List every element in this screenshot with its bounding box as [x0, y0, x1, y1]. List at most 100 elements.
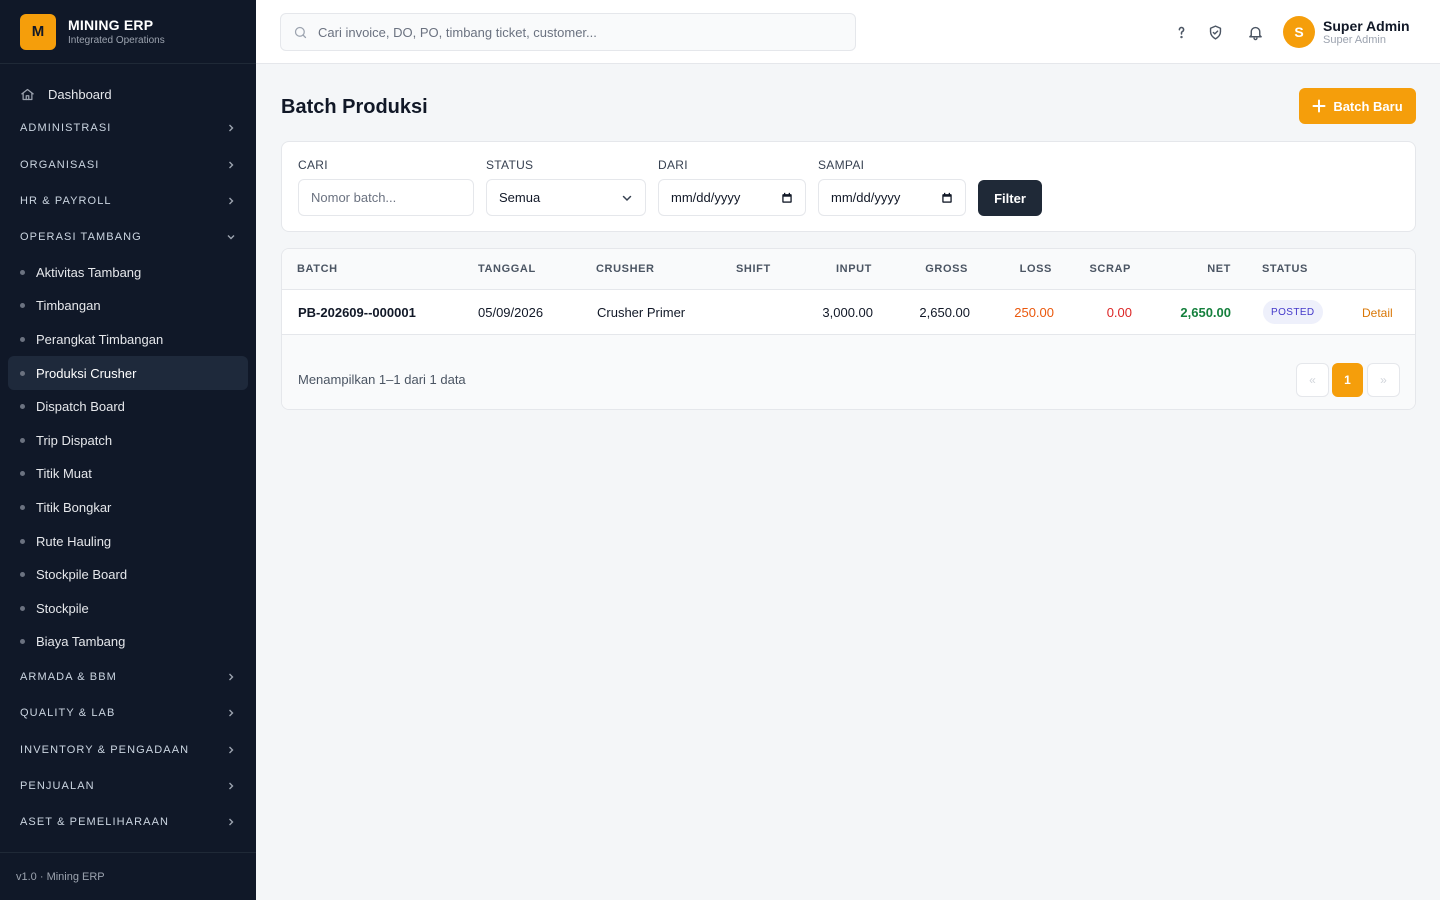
bullet-dot-icon [20, 337, 25, 343]
cell-input: 3,000.00 [822, 305, 873, 320]
sidebar-group-armada-and-bbm[interactable]: ARMADA & BBM [0, 659, 256, 695]
batch-table: BATCH TANGGAL CRUSHER SHIFT INPUT GROSS … [281, 248, 1416, 410]
chevron-right-icon [229, 746, 234, 754]
chevron-down-icon [622, 195, 632, 201]
global-search[interactable] [280, 13, 856, 51]
pagination-prev[interactable]: « [1296, 363, 1329, 397]
sidebar-item-titik-muat[interactable]: Titik Muat [8, 457, 248, 491]
date-from-input[interactable]: mm/dd/yyyy [658, 179, 806, 216]
col-shift: SHIFT [736, 263, 771, 275]
sidebar-group-penjualan[interactable]: PENJUALAN [0, 768, 256, 804]
brand-logo: M [20, 13, 56, 50]
calendar-icon[interactable] [941, 192, 953, 204]
filter-to-group: SAMPAI mm/dd/yyyy [818, 158, 966, 216]
filter-to-label: SAMPAI [818, 158, 865, 172]
col-scrap: SCRAP [1089, 263, 1131, 275]
brand-subtitle: Integrated Operations [68, 35, 165, 46]
plus-icon [1312, 99, 1326, 113]
sidebar-item-label: Timbangan [36, 298, 101, 314]
chevron-right-icon [229, 673, 234, 681]
table-header: BATCH TANGGAL CRUSHER SHIFT INPUT GROSS … [282, 249, 1415, 290]
sidebar-nav: Dashboard ADMINISTRASI ORGANISASI HR & PAY… [0, 64, 256, 841]
calendar-icon[interactable] [781, 192, 793, 204]
top-header: S Super Admin Super Admin [256, 0, 1440, 64]
sidebar-footer: v1.0 · Mining ERP [0, 852, 256, 900]
batch-search-input[interactable]: Nomor batch... [298, 179, 474, 216]
chevron-right-icon [229, 124, 234, 132]
sidebar-group-label: OPERASI TAMBANG [20, 231, 142, 244]
sidebar-item-titik-bongkar[interactable]: Titik Bongkar [8, 491, 248, 525]
chevron-right-icon [229, 197, 234, 205]
sidebar-item-label: Titik Bongkar [36, 500, 112, 516]
col-loss: LOSS [1019, 263, 1052, 275]
sidebar-item-stockpile[interactable]: Stockpile [8, 592, 248, 626]
user-role: Super Admin [1323, 34, 1386, 46]
pagination-next[interactable]: » [1367, 363, 1400, 397]
sidebar-item-produksi-crusher[interactable]: Produksi Crusher [8, 356, 248, 390]
sidebar-group-operasi-tambang[interactable]: OPERASI TAMBANG [0, 219, 256, 255]
sidebar-group-label: INVENTORY & PENGADAAN [20, 743, 190, 756]
sidebar-item-label: Perangkat Timbangan [36, 332, 164, 348]
new-batch-label: Batch Baru [1333, 98, 1403, 114]
pagination-summary: Menampilkan 1–1 dari 1 data [298, 372, 466, 387]
chevron-right-icon [229, 818, 234, 826]
sidebar-item-label: Biaya Tambang [36, 634, 126, 650]
sidebar-group-organisasi[interactable]: ORGANISASI [0, 146, 256, 182]
sidebar-item-rute-hauling[interactable]: Rute Hauling [8, 524, 248, 558]
sidebar-item-trip-dispatch[interactable]: Trip Dispatch [8, 424, 248, 458]
sidebar-group-label: ASET & PEMELIHARAAN [20, 816, 170, 829]
user-menu[interactable]: S Super Admin Super Admin [1283, 16, 1410, 48]
sidebar-item-dispatch-board[interactable]: Dispatch Board [8, 390, 248, 424]
table-row[interactable]: PB-202609--000001 05/09/2026 Crusher Pri… [282, 290, 1415, 335]
bullet-dot-icon [20, 572, 25, 578]
status-select[interactable]: Semua [486, 179, 646, 216]
date-to-placeholder: mm/dd/yyyy [831, 190, 901, 205]
bullet-dot-icon [20, 605, 25, 611]
sidebar: M MINING ERP Integrated Operations Dashb… [0, 0, 256, 900]
search-icon [294, 26, 307, 38]
sidebar-item-label: Stockpile Board [36, 567, 128, 583]
bullet-dot-icon [20, 505, 25, 511]
sidebar-group-label: ADMINISTRASI [20, 122, 112, 135]
sidebar-item-label: Produksi Crusher [36, 365, 137, 381]
global-search-input[interactable] [318, 24, 838, 40]
sidebar-group-label: ORGANISASI [20, 158, 100, 171]
col-status: STATUS [1262, 263, 1308, 275]
date-to-input[interactable]: mm/dd/yyyy [818, 179, 966, 216]
sidebar-item-label: Titik Muat [36, 466, 92, 482]
filter-search-group: CARI Nomor batch... [298, 158, 474, 216]
col-gross: GROSS [925, 263, 968, 275]
help-icon[interactable] [1171, 22, 1191, 42]
col-net: NET [1207, 263, 1231, 275]
sidebar-group-administrasi[interactable]: ADMINISTRASI [0, 110, 256, 146]
brand-title: MINING ERP [68, 17, 154, 33]
sidebar-item-label: Dispatch Board [36, 399, 125, 415]
sidebar-item-stockpile-board[interactable]: Stockpile Board [8, 558, 248, 592]
col-batch: BATCH [297, 263, 338, 275]
new-batch-button[interactable]: Batch Baru [1299, 88, 1416, 124]
brand: M MINING ERP Integrated Operations [0, 0, 256, 64]
detail-link[interactable]: Detail [1362, 306, 1393, 320]
sidebar-item-dashboard[interactable]: Dashboard [0, 78, 256, 110]
sidebar-item-aktivitas-tambang[interactable]: Aktivitas Tambang [8, 256, 248, 290]
sidebar-item-perangkat-timbangan[interactable]: Perangkat Timbangan [8, 323, 248, 357]
sidebar-item-label: Rute Hauling [36, 533, 112, 549]
sidebar-group-label: PENJUALAN [20, 780, 95, 793]
bullet-dot-icon [20, 370, 25, 376]
sidebar-group-quality-and-lab[interactable]: QUALITY & LAB [0, 695, 256, 731]
pagination-page-1[interactable]: 1 [1332, 363, 1363, 397]
sidebar-item-biaya-tambang[interactable]: Biaya Tambang [8, 625, 248, 659]
sidebar-group-inventory-and-pengadaan[interactable]: INVENTORY & PENGADAAN [0, 731, 256, 767]
filter-status-group: STATUS Semua [486, 158, 646, 216]
shield-check-icon[interactable] [1205, 22, 1225, 42]
sidebar-group-label: HR & PAYROLL [20, 194, 112, 207]
sidebar-group-aset-and-pemeliharaan[interactable]: ASET & PEMELIHARAAN [0, 804, 256, 840]
sidebar-group-hr-and-payroll[interactable]: HR & PAYROLL [0, 183, 256, 219]
filter-button[interactable]: Filter [978, 180, 1042, 216]
bell-icon[interactable] [1245, 22, 1265, 42]
status-badge: POSTED [1263, 300, 1323, 324]
sidebar-item-timbangan[interactable]: Timbangan [8, 289, 248, 323]
bullet-dot-icon [20, 538, 25, 544]
col-input: INPUT [836, 263, 872, 275]
sidebar-item-label: Aktivitas Tambang [36, 264, 142, 280]
